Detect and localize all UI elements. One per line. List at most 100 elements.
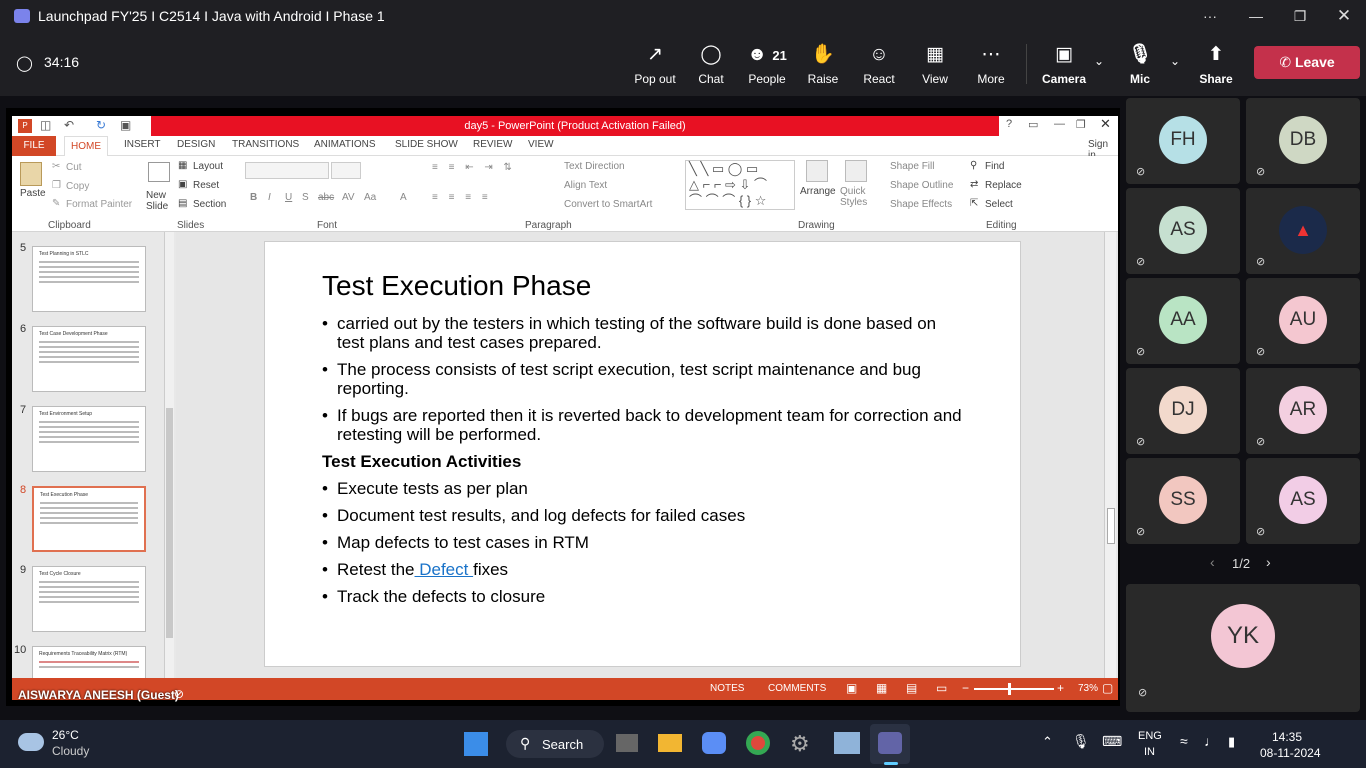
fit-slide-icon[interactable]: ▢ bbox=[1102, 681, 1113, 695]
comments-button[interactable]: COMMENTS bbox=[768, 683, 826, 694]
tab-file[interactable]: FILE bbox=[12, 136, 56, 156]
file-explorer-icon[interactable] bbox=[658, 734, 682, 752]
react-button[interactable]: ☺ React bbox=[851, 44, 907, 86]
tab-transitions[interactable]: TRANSITIONS bbox=[232, 139, 299, 150]
photos-icon[interactable] bbox=[834, 732, 860, 754]
next-page-icon[interactable]: › bbox=[1266, 554, 1271, 570]
underline-button[interactable]: U bbox=[285, 192, 292, 203]
slide-thumbnail[interactable]: Test Case Development Phase bbox=[32, 326, 146, 392]
slide-sorter-icon[interactable]: ▦ bbox=[876, 681, 887, 695]
more-options-button[interactable]: ··· bbox=[1188, 0, 1232, 32]
windows-start-icon[interactable] bbox=[464, 732, 488, 756]
reset-button[interactable]: Reset bbox=[193, 180, 219, 191]
tab-review[interactable]: REVIEW bbox=[473, 139, 512, 150]
tab-view[interactable]: VIEW bbox=[528, 139, 554, 150]
font-name-dropdown[interactable] bbox=[245, 162, 329, 179]
participant-tile[interactable]: AU ⊘ bbox=[1246, 278, 1360, 364]
slideshow-icon[interactable]: ▭ bbox=[936, 681, 947, 695]
zoom-out-icon[interactable]: − bbox=[962, 681, 969, 695]
bold-button[interactable]: B bbox=[250, 192, 257, 203]
ppt-minimize-icon[interactable]: — bbox=[1054, 118, 1065, 130]
select-button[interactable]: Select bbox=[985, 199, 1013, 210]
list-icons[interactable]: ≡ ≡ ⇤ ⇥ ⇅ bbox=[432, 162, 516, 173]
shape-outline-button[interactable]: Shape Outline bbox=[890, 180, 953, 191]
tab-slide-show[interactable]: SLIDE SHOW bbox=[395, 139, 458, 150]
pop-out-button[interactable]: ↗ Pop out bbox=[627, 44, 683, 86]
layout-button[interactable]: Layout bbox=[193, 161, 223, 172]
shape-fill-button[interactable]: Shape Fill bbox=[890, 161, 934, 172]
participant-tile[interactable]: AR ⊘ bbox=[1246, 368, 1360, 454]
weather-desc[interactable]: Cloudy bbox=[52, 744, 89, 758]
copilot-icon[interactable] bbox=[702, 732, 726, 754]
text-direction-button[interactable]: Text Direction bbox=[564, 161, 625, 172]
mic-options-chevron-icon[interactable]: ⌄ bbox=[1170, 54, 1180, 68]
format-painter-button[interactable]: Format Painter bbox=[66, 199, 132, 210]
cut-button[interactable]: Cut bbox=[66, 162, 82, 173]
arrange-button[interactable]: Arrange bbox=[800, 186, 836, 197]
shape-effects-button[interactable]: Shape Effects bbox=[890, 199, 952, 210]
close-icon[interactable]: ✕ bbox=[1322, 0, 1366, 32]
keyboard-icon[interactable]: ⌨ bbox=[1102, 733, 1122, 750]
participant-tile[interactable]: DB ⊘ bbox=[1246, 98, 1360, 184]
reading-view-icon[interactable]: ▤ bbox=[906, 681, 917, 695]
replace-button[interactable]: Replace bbox=[985, 180, 1022, 191]
ppt-restore-icon[interactable]: ❐ bbox=[1076, 118, 1086, 131]
battery-icon[interactable]: ▮ bbox=[1228, 734, 1235, 750]
quick-styles-button[interactable]: Quick Styles bbox=[840, 186, 872, 208]
zoom-in-icon[interactable]: + bbox=[1057, 681, 1064, 695]
share-button[interactable]: ⬆ Share bbox=[1188, 44, 1244, 86]
participant-tile[interactable]: AS ⊘ bbox=[1126, 188, 1240, 274]
show-hidden-icons-chevron-icon[interactable]: ⌃ bbox=[1042, 734, 1053, 750]
zoom-slider[interactable] bbox=[974, 688, 1054, 690]
mic-tray-icon[interactable]: 🎙 bbox=[1072, 733, 1090, 750]
char-spacing-button[interactable]: AV bbox=[342, 192, 355, 203]
shadow-button[interactable]: S bbox=[302, 192, 309, 203]
normal-view-icon[interactable]: ▣ bbox=[846, 681, 857, 695]
more-button[interactable]: ⋯ More bbox=[963, 44, 1019, 86]
participant-tile[interactable]: AS ⊘ bbox=[1246, 458, 1360, 544]
settings-gear-icon[interactable]: ⚙ bbox=[790, 731, 810, 757]
people-button[interactable]: ☻ 21 People bbox=[739, 44, 795, 86]
copy-button[interactable]: Copy bbox=[66, 181, 89, 192]
find-button[interactable]: Find bbox=[985, 161, 1004, 172]
change-case-button[interactable]: Aa bbox=[364, 192, 376, 203]
clock-date[interactable]: 08-11-2024 bbox=[1260, 746, 1321, 760]
slide-scroll-thumb[interactable] bbox=[1107, 508, 1115, 544]
chrome-icon[interactable] bbox=[746, 731, 770, 755]
tab-animations[interactable]: ANIMATIONS bbox=[314, 139, 375, 150]
shapes-gallery[interactable]: ╲ ╲ ▭ ◯ ▭ △ ⌐ ⌐ ⇨ ⇩ ⌒ ⌒ ⌒ ⌒ { } ☆ bbox=[685, 160, 795, 210]
ribbon-display-icon[interactable]: ▭ bbox=[1028, 118, 1038, 131]
tab-insert[interactable]: INSERT bbox=[124, 139, 161, 150]
leave-button[interactable]: ✆ Leave bbox=[1254, 46, 1360, 79]
raise-hand-button[interactable]: ✋ Raise bbox=[795, 44, 851, 86]
save-icon[interactable]: ◫ bbox=[40, 118, 51, 132]
volume-icon[interactable]: ♩ bbox=[1204, 733, 1218, 749]
participant-tile[interactable]: DJ ⊘ bbox=[1126, 368, 1240, 454]
convert-smartart-button[interactable]: Convert to SmartArt bbox=[564, 199, 652, 210]
view-button[interactable]: ▦ View bbox=[907, 44, 963, 86]
thumbnails-scroll-thumb[interactable] bbox=[166, 408, 173, 638]
paste-button[interactable]: Paste bbox=[20, 188, 46, 199]
task-view-icon[interactable] bbox=[616, 734, 638, 752]
minimize-icon[interactable]: — bbox=[1234, 0, 1278, 32]
camera-options-chevron-icon[interactable]: ⌄ bbox=[1094, 54, 1104, 68]
slide-scrollbar[interactable] bbox=[1104, 232, 1116, 678]
weather-temp[interactable]: 26°C bbox=[52, 728, 79, 742]
participant-tile[interactable]: FH ⊘ bbox=[1126, 98, 1240, 184]
notes-button[interactable]: NOTES bbox=[710, 683, 744, 694]
new-slide-button[interactable]: New Slide bbox=[146, 190, 176, 212]
slide-thumbnail[interactable]: Test Cycle Closure bbox=[32, 566, 146, 632]
paste-icon[interactable] bbox=[20, 162, 42, 186]
prev-page-icon[interactable]: ‹ bbox=[1210, 554, 1215, 570]
slide-thumbnail-selected[interactable]: Test Execution Phase bbox=[32, 486, 146, 552]
tab-design[interactable]: DESIGN bbox=[177, 139, 215, 150]
tab-home[interactable]: HOME bbox=[64, 136, 108, 157]
slide-canvas[interactable]: Test Execution Phase • carried out by the… bbox=[264, 241, 1021, 667]
participant-tile[interactable]: ▲ ⊘ bbox=[1246, 188, 1360, 274]
alignment-icons[interactable]: ≡ ≡ ≡ ≡ bbox=[432, 192, 492, 203]
undo-icon[interactable]: ↶ bbox=[64, 118, 74, 132]
section-button[interactable]: Section bbox=[193, 199, 226, 210]
participant-tile[interactable]: AA ⊘ bbox=[1126, 278, 1240, 364]
align-text-button[interactable]: Align Text bbox=[564, 180, 607, 191]
zoom-level[interactable]: 73% bbox=[1078, 683, 1098, 694]
